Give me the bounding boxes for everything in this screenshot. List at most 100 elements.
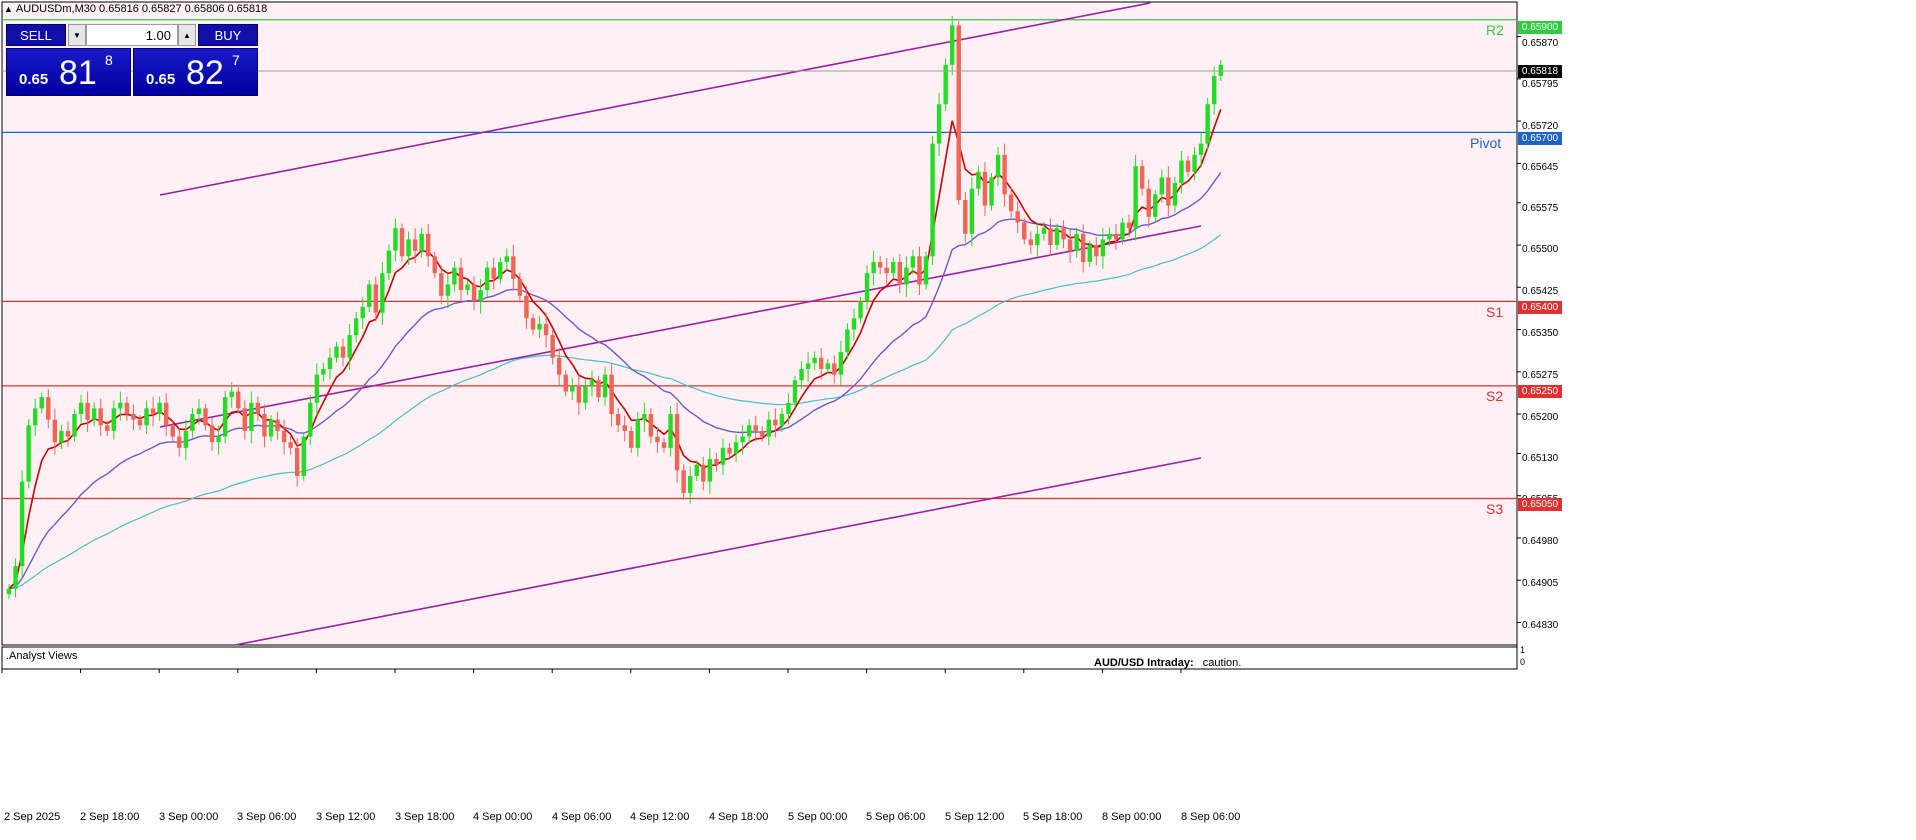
sell-button[interactable]: SELL xyxy=(6,24,66,46)
candle-body xyxy=(910,256,916,268)
candle-body xyxy=(255,402,261,415)
candle-body xyxy=(760,430,765,437)
candle-body xyxy=(275,419,280,431)
candle-body xyxy=(1146,188,1151,217)
candle-body xyxy=(923,256,929,285)
candle-body xyxy=(334,346,339,358)
price-tick: 0.65645 xyxy=(1522,162,1559,173)
buy-button[interactable]: BUY xyxy=(198,24,258,46)
candle-body xyxy=(465,284,470,291)
candle-body xyxy=(399,228,405,257)
candle-body xyxy=(707,459,713,482)
r2-level-name: R2 xyxy=(1486,22,1504,38)
candle-body xyxy=(13,566,18,589)
candle-body xyxy=(1008,194,1014,212)
candle-body xyxy=(85,402,90,420)
indicator-text-bold: AUD/USD Intraday: xyxy=(1094,657,1194,669)
candle-body xyxy=(524,295,529,319)
candle-body xyxy=(543,323,549,336)
candle-body xyxy=(308,402,313,437)
candle-body xyxy=(183,430,189,448)
candle-body xyxy=(681,470,686,493)
candle-body xyxy=(249,402,254,431)
symbol-info: ▲ AUDUSDm,M30 0.65816 0.65827 0.65806 0.6… xyxy=(4,3,267,15)
candle-body xyxy=(792,380,798,403)
candle-body xyxy=(642,414,647,420)
candle-body xyxy=(674,414,680,471)
candle-body xyxy=(432,256,437,274)
time-label: 3 Sep 00:00 xyxy=(159,811,219,823)
candle-body xyxy=(484,267,490,291)
time-label: 4 Sep 00:00 xyxy=(473,811,533,823)
candle-body xyxy=(1107,233,1112,240)
candle-body xyxy=(353,318,359,336)
candle-body xyxy=(615,414,621,426)
candle-body xyxy=(851,318,857,330)
candle-body xyxy=(137,419,143,426)
candle-body xyxy=(196,408,202,415)
candle-body xyxy=(1048,228,1053,246)
candle-body xyxy=(98,408,103,426)
candle-body xyxy=(635,419,640,448)
candle-body xyxy=(1172,183,1178,206)
candle-body xyxy=(1159,177,1164,195)
candle-body xyxy=(891,261,896,274)
candle-body xyxy=(805,363,811,369)
candle-body xyxy=(164,402,169,426)
candle-body xyxy=(1002,154,1007,195)
lot-size-input[interactable]: 1.00 xyxy=(86,24,178,46)
candle-body xyxy=(347,335,352,358)
candle-body xyxy=(1205,104,1210,144)
candle-body xyxy=(877,261,883,268)
candle-body xyxy=(229,391,234,398)
candle-body xyxy=(426,233,431,257)
candle-body xyxy=(950,25,955,65)
candle-body xyxy=(629,430,634,448)
s1-price-label: 0.65400 xyxy=(1518,301,1562,314)
candle-body xyxy=(714,459,719,465)
candle-body xyxy=(740,436,745,443)
candle-body xyxy=(1094,245,1099,257)
time-label: 5 Sep 06:00 xyxy=(866,811,926,823)
candle-body xyxy=(1120,222,1125,240)
candle-body xyxy=(498,261,503,279)
candle-body xyxy=(871,261,876,274)
candle-body xyxy=(1113,233,1119,240)
buy-price-button[interactable]: 0.65 82 7 xyxy=(133,48,258,96)
candle-body xyxy=(242,408,247,431)
pivot-level-name: Pivot xyxy=(1470,135,1502,151)
candle-body xyxy=(327,357,333,369)
s2-level-name: S2 xyxy=(1486,388,1504,404)
candle-body xyxy=(222,397,228,437)
candle-body xyxy=(936,104,942,144)
candle-body xyxy=(825,363,830,369)
candle-body xyxy=(864,273,870,302)
candle-body xyxy=(570,385,575,392)
indicator-axis-top: 1 xyxy=(1520,645,1526,655)
collapse-triangle-icon[interactable]: ▲ xyxy=(4,4,13,14)
candle-body xyxy=(812,357,817,364)
candle-body xyxy=(72,414,77,437)
candle-body xyxy=(157,402,162,415)
candle-body xyxy=(1166,177,1171,206)
candle-body xyxy=(301,436,306,477)
candle-body xyxy=(1133,166,1138,229)
lot-increase-icon[interactable]: ▲ xyxy=(178,24,196,46)
price-axis-ticks xyxy=(1517,36,1521,623)
indicator-window xyxy=(1,646,1518,670)
candle-body xyxy=(478,290,483,302)
candle-body xyxy=(563,374,568,392)
candle-body xyxy=(262,414,267,437)
candle-body xyxy=(530,318,536,330)
lot-decrease-icon[interactable]: ▼ xyxy=(68,24,86,46)
candle-body xyxy=(340,346,346,358)
candle-body xyxy=(295,447,300,477)
price-chart[interactable] xyxy=(0,0,1916,840)
candle-body xyxy=(1100,239,1106,257)
candle-body xyxy=(386,250,392,274)
candle-body xyxy=(504,256,509,262)
sell-price-button[interactable]: 0.65 81 8 xyxy=(6,48,131,96)
candle-body xyxy=(19,481,25,567)
candle-body xyxy=(1126,222,1132,229)
candle-body xyxy=(648,414,654,437)
